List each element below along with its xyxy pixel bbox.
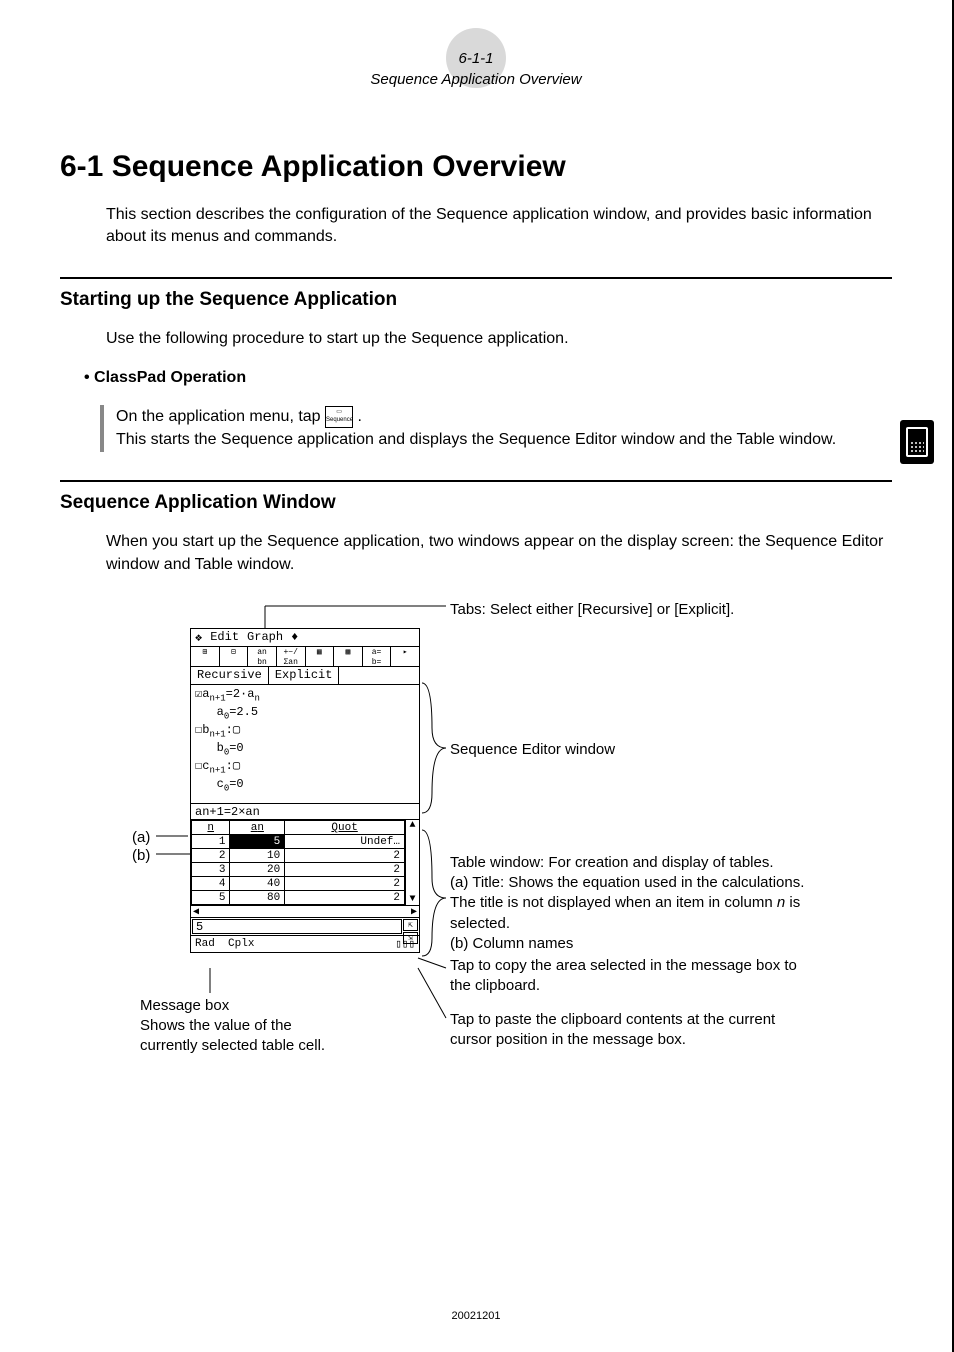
table-window[interactable]: n an Quot 15Undef… 2102 3202 4402 5802 ▲… [191, 820, 419, 905]
label-copy: Tap to copy the area selected in the mes… [450, 956, 800, 997]
vertical-scrollbar[interactable]: ▲▼ [405, 820, 419, 905]
tab-explicit[interactable]: Explicit [269, 667, 340, 684]
label-table-area: Table window: For creation and display o… [450, 853, 810, 954]
intro-paragraph: This section describes the configuration… [106, 204, 892, 249]
body-starting-up: Use the following procedure to start up … [106, 327, 892, 350]
diagram: (a) (b) Tabs: Select either [Recursive] … [60, 598, 892, 1078]
table-row: 5802 [192, 891, 405, 905]
toolbar-btn-3[interactable]: anbn [248, 647, 277, 666]
section-name: Sequence Application Overview [370, 71, 581, 88]
copy-button[interactable]: ⇱ [403, 919, 418, 931]
footer-date-code: 20021201 [0, 1310, 952, 1322]
menu-edit[interactable]: Edit [210, 630, 239, 644]
editor-line: ☑an+1=2·an [195, 687, 415, 705]
manual-page: 6-1-1 Sequence Application Overview 6-1 … [0, 0, 954, 1352]
section-rule [60, 277, 892, 279]
operation-step-2: This starts the Sequence application and… [116, 428, 892, 451]
horizontal-scrollbar[interactable]: ◀ ▶ [191, 905, 419, 918]
toolbar-btn-7[interactable]: a=b= [363, 647, 392, 666]
body-app-window: When you start up the Sequence applicati… [106, 530, 892, 576]
settings-menu-icon[interactable]: ❖ [195, 630, 202, 645]
scroll-down-icon[interactable]: ▼ [406, 894, 419, 905]
table-row: 4402 [192, 877, 405, 891]
message-box[interactable]: 5 [192, 919, 402, 934]
editor-line: ☐bn+1:▢ [195, 723, 415, 741]
menu-graph[interactable]: Graph [247, 630, 283, 644]
toolbar-btn-6[interactable]: ▩ [334, 647, 363, 666]
table-row: 3202 [192, 863, 405, 877]
label-title-a: (a) Title: Shows the equation used in th… [450, 874, 804, 932]
toolbar-btn-5[interactable]: ▦ [306, 647, 335, 666]
calculator-screenshot: ❖ Edit Graph ♦ ⊞ ⊟ anbn +−/Σan ▦ ▩ a=b= … [190, 628, 420, 953]
toolbar-btn-8[interactable]: ▸ [391, 647, 419, 666]
editor-line: c0=0 [195, 777, 415, 795]
calculator-icon [900, 420, 934, 464]
scroll-right-icon[interactable]: ▶ [411, 906, 417, 917]
table-row: 15Undef… [192, 835, 405, 849]
label-tabs: Tabs: Select either [Recursive] or [Expl… [450, 600, 734, 620]
menu-more-icon[interactable]: ♦ [291, 630, 298, 644]
scroll-left-icon[interactable]: ◀ [193, 906, 199, 917]
label-paste: Tap to paste the clipboard contents at t… [450, 1010, 800, 1051]
operation-step-1: On the application menu, tap ▭Sequence . [116, 405, 892, 428]
status-bar: Rad Cplx ▯▯▯ [191, 936, 419, 952]
menu-bar: ❖ Edit Graph ♦ [191, 629, 419, 647]
operation-steps: On the application menu, tap ▭Sequence .… [100, 405, 892, 451]
status-cplx: Cplx [228, 938, 254, 950]
page-header: 6-1-1 Sequence Application Overview [60, 48, 892, 90]
label-editor: Sequence Editor window [450, 740, 615, 760]
toolbar-btn-2[interactable]: ⊟ [220, 647, 249, 666]
toolbar: ⊞ ⊟ anbn +−/Σan ▦ ▩ a=b= ▸ [191, 647, 419, 667]
col-an[interactable]: an [230, 821, 285, 835]
col-quot[interactable]: Quot [285, 821, 405, 835]
sequence-editor-window[interactable]: ☑an+1=2·an a0=2.5 ☐bn+1:▢ b0=0 ☐cn+1:▢ c… [191, 685, 419, 804]
message-box-row: 5 ⇱ ⇲ [191, 918, 419, 936]
label-message-box: Message box Shows the value of the curre… [140, 996, 340, 1057]
label-b: (b) [132, 846, 150, 866]
sequence-table: n an Quot 15Undef… 2102 3202 4402 5802 [191, 820, 405, 905]
table-title: an+1=2×an [191, 804, 419, 820]
col-n[interactable]: n [192, 821, 230, 835]
sequence-app-icon: ▭Sequence [325, 406, 353, 428]
page-title: 6-1 Sequence Application Overview [60, 150, 892, 184]
editor-line: a0=2.5 [195, 705, 415, 723]
status-rad: Rad [195, 938, 215, 950]
label-table-window: Table window: For creation and display o… [450, 854, 774, 871]
table-row: 2102 [192, 849, 405, 863]
toolbar-btn-1[interactable]: ⊞ [191, 647, 220, 666]
heading-app-window: Sequence Application Window [60, 492, 892, 514]
classpad-operation-heading: • ClassPad Operation [84, 366, 892, 389]
editor-line: b0=0 [195, 741, 415, 759]
scroll-up-icon[interactable]: ▲ [406, 820, 419, 831]
toolbar-btn-4[interactable]: +−/Σan [277, 647, 306, 666]
label-col-names: (b) Column names [450, 935, 573, 952]
tab-recursive[interactable]: Recursive [191, 667, 269, 684]
section-rule-2 [60, 480, 892, 482]
battery-icon: ▯▯▯ [395, 937, 415, 951]
tab-bar: Recursive Explicit [191, 667, 419, 685]
editor-line: ☐cn+1:▢ [195, 759, 415, 777]
heading-starting-up: Starting up the Sequence Application [60, 289, 892, 311]
page-code: 6-1-1 [458, 50, 493, 67]
